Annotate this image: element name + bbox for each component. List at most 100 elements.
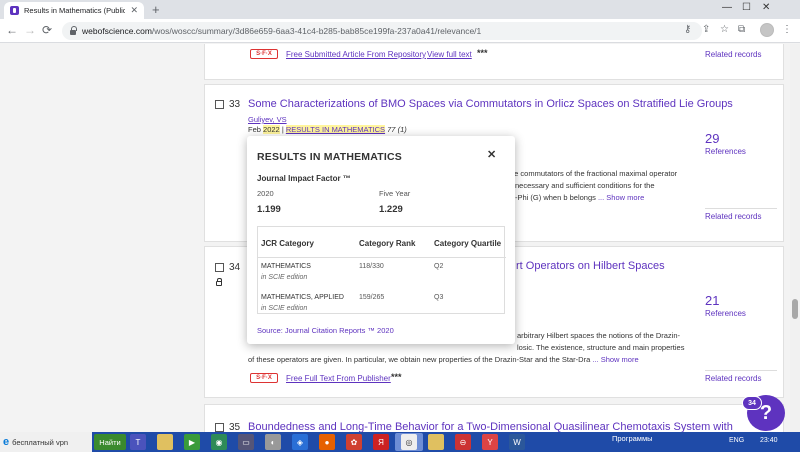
view-full-text-link[interactable]: View full text	[427, 50, 472, 59]
app-icon[interactable]: ◐	[265, 434, 281, 450]
notification-count-badge: 34	[742, 396, 762, 410]
chrome-icon[interactable]: ◎	[401, 434, 417, 450]
scrollbar-thumb[interactable]	[792, 299, 798, 319]
abstract-line: of these operators are given. In particu…	[248, 354, 639, 366]
page-scrollbar[interactable]	[790, 44, 800, 432]
category-quartile: Q2	[434, 263, 444, 270]
clarivate-favicon-icon	[10, 6, 19, 15]
related-records-link[interactable]: Related records	[705, 374, 761, 383]
file-explorer-icon[interactable]	[157, 434, 173, 450]
close-window-button[interactable]: ✕	[762, 2, 770, 13]
teams-icon[interactable]: T	[130, 434, 146, 450]
folder-icon[interactable]	[428, 434, 444, 450]
date-prefix: Feb	[248, 125, 261, 134]
tab-close-icon[interactable]: ✕	[130, 5, 138, 16]
show-more-link[interactable]: ... Show more	[598, 193, 644, 202]
separator: |	[281, 125, 284, 134]
programs-toolbar[interactable]: Программы	[612, 434, 653, 443]
journal-link[interactable]: RESULTS IN MATHEMATICS	[285, 125, 386, 134]
sfx-button[interactable]: S·F·X	[250, 373, 278, 383]
jcr-category: MATHEMATICS, APPLIED	[261, 294, 344, 301]
word-icon[interactable]: W	[509, 434, 525, 450]
url-text: webofscience.com/wos/woscc/summary/3d86e…	[82, 26, 481, 36]
jif-five-year-value: 1.229	[379, 204, 403, 215]
search-start-button[interactable]: Найти	[94, 434, 126, 450]
app-icon[interactable]: ◈	[292, 434, 308, 450]
jif-five-year-label: Five Year	[379, 189, 411, 198]
abstract-line: -Phi (G) when b belongs ... Show more	[515, 192, 644, 204]
app-icon[interactable]: ▭	[238, 434, 254, 450]
tab-strip: Results in Mathematics (Publicat... ✕ + …	[0, 0, 800, 19]
app-icon[interactable]: ✿	[346, 434, 362, 450]
table-divider	[258, 257, 506, 258]
jcr-table: JCR Category Category Rank Category Quar…	[257, 226, 506, 314]
app-icon[interactable]: Y	[482, 434, 498, 450]
references-link[interactable]: References	[705, 147, 746, 156]
new-tab-button[interactable]: +	[152, 2, 160, 17]
back-button[interactable]: ←	[6, 23, 18, 37]
forward-button[interactable]: →	[24, 23, 36, 37]
minimize-button[interactable]: —	[722, 2, 732, 13]
related-records-link[interactable]: Related records	[705, 212, 761, 221]
reload-button[interactable]: ⟳	[42, 23, 52, 37]
abstract-text: -Phi (G) when b belongs	[515, 193, 596, 202]
jcr-edition: in SCIE edition	[261, 305, 308, 312]
app-icon[interactable]: ◉	[211, 434, 227, 450]
language-indicator[interactable]: ENG	[729, 437, 744, 444]
app-icon[interactable]: ⊖	[455, 434, 471, 450]
menu-icon[interactable]: ⋮	[782, 24, 792, 35]
category-rank-header: Category Rank	[359, 239, 416, 248]
firefox-icon[interactable]: ●	[319, 434, 335, 450]
yandex-icon[interactable]: Я	[373, 434, 389, 450]
select-checkbox[interactable]	[215, 100, 224, 109]
category-rank: 159/265	[359, 294, 385, 301]
author-link[interactable]: Guliyev, VS	[248, 115, 287, 124]
category-quartile-header: Category Quartile	[434, 239, 502, 248]
jcr-category-header: JCR Category	[261, 239, 314, 248]
jif-year-value: 1.199	[257, 204, 281, 215]
free-submitted-article-link[interactable]: Free Submitted Article From Repository	[286, 50, 426, 59]
vpn-ad-item[interactable]: e бесплатный vpn	[0, 432, 92, 452]
key-icon[interactable]: ⚷	[684, 24, 691, 35]
select-checkbox[interactable]	[215, 263, 224, 272]
profile-avatar[interactable]	[760, 23, 774, 37]
free-full-text-link[interactable]: Free Full Text From Publisher	[286, 374, 391, 383]
popup-close-icon[interactable]: ✕	[487, 148, 496, 161]
select-checkbox[interactable]	[215, 423, 224, 432]
maximize-button[interactable]: ☐	[742, 2, 751, 13]
references-link[interactable]: References	[705, 309, 746, 318]
share-icon[interactable]: ⇪	[702, 24, 710, 35]
abstract-text: of these operators are given. In particu…	[248, 355, 591, 364]
divider	[705, 370, 777, 371]
edge-icon: e	[3, 436, 10, 448]
show-more-link[interactable]: ... Show more	[592, 355, 638, 364]
sfx-button[interactable]: S·F·X	[250, 49, 278, 59]
result-title-link[interactable]: rt Operators on Hilbert Spaces	[516, 260, 665, 272]
extensions-icon[interactable]: ⧉	[738, 24, 745, 35]
url-host: webofscience.com	[82, 26, 152, 36]
jcr-edition: in SCIE edition	[261, 274, 308, 281]
publication-meta: Feb 2022 | RESULTS IN MATHEMATICS 77 (1)	[248, 125, 407, 134]
address-bar[interactable]: webofscience.com/wos/woscc/summary/3d86e…	[62, 22, 702, 40]
more-options-button[interactable]: ***	[391, 372, 402, 382]
abstract-line: arbitrary Hilbert spaces the notions of …	[517, 331, 680, 340]
related-records-link[interactable]: Related records	[705, 50, 761, 59]
open-access-lock-icon	[216, 278, 222, 286]
more-options-button[interactable]: ***	[477, 48, 488, 58]
media-player-icon[interactable]: ▶	[184, 434, 200, 450]
jif-year-label: 2020	[257, 189, 274, 198]
popup-title: RESULTS IN MATHEMATICS	[257, 151, 402, 163]
journal-info-popup: RESULTS IN MATHEMATICS ✕ Journal Impact …	[247, 136, 515, 344]
browser-toolbar: ← → ⟳ webofscience.com/wos/woscc/summary…	[0, 19, 800, 43]
tab-title: Results in Mathematics (Publicat...	[24, 6, 126, 15]
vpn-label: бесплатный vpn	[12, 437, 69, 447]
browser-tab[interactable]: Results in Mathematics (Publicat... ✕	[4, 2, 144, 19]
star-icon[interactable]: ☆	[720, 24, 729, 35]
jcr-source-link[interactable]: Source: Journal Citation Reports ™ 2020	[257, 326, 394, 335]
citation-count[interactable]: 29	[705, 131, 719, 146]
jif-label: Journal Impact Factor ™	[257, 174, 351, 183]
result-title-link[interactable]: Some Characterizations of BMO Spaces via…	[248, 98, 733, 110]
citation-count[interactable]: 21	[705, 293, 719, 308]
clock[interactable]: 23:40	[760, 437, 778, 444]
abstract-line: he commutators of the fractional maximal…	[510, 169, 678, 178]
